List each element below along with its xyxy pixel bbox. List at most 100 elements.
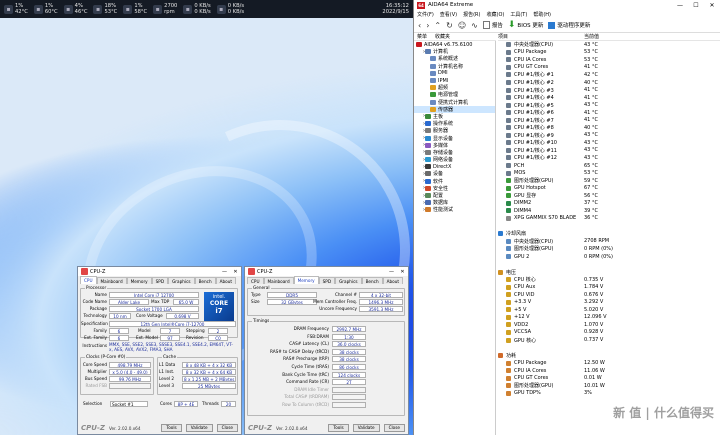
- tree-item[interactable]: › DirectX: [414, 163, 495, 170]
- forward-icon[interactable]: ›: [426, 21, 429, 30]
- menu-item[interactable]: 报告(R): [463, 11, 480, 18]
- chart-icon[interactable]: ∿: [471, 21, 478, 30]
- close-button[interactable]: ✕: [230, 269, 241, 275]
- sensor-row[interactable]: 图形处理器(GPU) 59 °C: [498, 177, 720, 185]
- tree-item[interactable]: 超频: [414, 84, 495, 91]
- tree-item[interactable]: › 存储设备: [414, 149, 495, 156]
- sensor-row[interactable]: CPU VID 0.676 V: [498, 291, 720, 299]
- up-icon[interactable]: ⌃: [434, 21, 441, 30]
- tree-item[interactable]: › 设备: [414, 170, 495, 178]
- sensor-row[interactable]: CPU #1/核心 #7 41 °C: [498, 116, 720, 124]
- sensor-row[interactable]: VCCSA 0.928 V: [498, 329, 720, 337]
- tree-item[interactable]: › 配置: [414, 192, 495, 200]
- tree-item[interactable]: IPMI: [414, 77, 495, 84]
- sensor-row[interactable]: CPU #1/核心 #10 43 °C: [498, 139, 720, 147]
- tree-item[interactable]: AIDA64 v6.75.6100: [414, 41, 495, 48]
- sensor-row[interactable]: GPU 核心 0.737 V: [498, 336, 720, 344]
- sensor-row[interactable]: PCH 65 °C: [498, 162, 720, 170]
- tab-favorites[interactable]: 收藏夹: [435, 33, 450, 40]
- sensor-row[interactable]: +3.3 V 3.292 V: [498, 299, 720, 307]
- sensor-row[interactable]: CPU Package 12.50 W: [498, 359, 720, 367]
- report-button[interactable]: 报告: [482, 21, 503, 29]
- menu-item[interactable]: 查看(V): [440, 11, 457, 18]
- tools-button[interactable]: Tools: [161, 424, 182, 432]
- sensor-row[interactable]: CPU #1/核心 #1 42 °C: [498, 71, 720, 79]
- sensor-row[interactable]: DIMM2 37 °C: [498, 199, 720, 207]
- tree-item[interactable]: › 性能测试: [414, 206, 495, 214]
- sensor-row[interactable]: CPU #1/核心 #12 43 °C: [498, 154, 720, 162]
- sensor-row[interactable]: CPU 核心 0.735 V: [498, 276, 720, 284]
- tab-graphics[interactable]: Graphics: [335, 277, 362, 284]
- tab-spd[interactable]: SPD: [318, 277, 336, 284]
- tree-item[interactable]: 计算机名称: [414, 63, 495, 70]
- close-button[interactable]: ✕: [397, 269, 408, 275]
- sensor-row[interactable]: CPU #1/核心 #3 41 °C: [498, 86, 720, 94]
- tab-spd[interactable]: SPD: [151, 277, 169, 284]
- sensor-row[interactable]: GPU TDP% 3%: [498, 390, 720, 398]
- sensor-row[interactable]: CPU #1/核心 #2 40 °C: [498, 79, 720, 87]
- socket-select[interactable]: Socket #1: [110, 401, 148, 407]
- tab-cpu[interactable]: CPU: [247, 277, 264, 284]
- tree-item[interactable]: › 显示设备: [414, 134, 495, 142]
- tab-bench[interactable]: Bench: [361, 277, 383, 284]
- sensor-row[interactable]: +12 V 12.096 V: [498, 314, 720, 322]
- sensor-row[interactable]: DIMM4 39 °C: [498, 207, 720, 215]
- tab-about[interactable]: About: [215, 277, 237, 284]
- user-icon[interactable]: ☺: [458, 21, 466, 30]
- tree-item[interactable]: › 软件: [414, 178, 495, 185]
- tree-item[interactable]: › 网络设备: [414, 156, 495, 164]
- sensor-row[interactable]: CPU #1/核心 #11 43 °C: [498, 147, 720, 155]
- sensor-row[interactable]: CPU #1/核心 #4 41 °C: [498, 94, 720, 102]
- validate-button[interactable]: Validate: [185, 424, 213, 432]
- tree-item[interactable]: › 操作系统: [414, 120, 495, 128]
- sensor-row[interactable]: 中央处理器(CPU) 43 °C: [498, 41, 720, 49]
- sensor-row[interactable]: CPU #1/核心 #5 43 °C: [498, 101, 720, 109]
- sensor-row[interactable]: CPU #1/核心 #8 40 °C: [498, 124, 720, 132]
- sensor-row[interactable]: CPU Package 53 °C: [498, 49, 720, 57]
- tab-mainboard[interactable]: Mainboard: [263, 277, 294, 284]
- sensor-row[interactable]: CPU IA Cores 53 °C: [498, 56, 720, 64]
- validate-button[interactable]: Validate: [352, 424, 380, 432]
- tree-item[interactable]: › 多媒体: [414, 142, 495, 149]
- tab-mainboard[interactable]: Mainboard: [96, 277, 127, 284]
- sensor-row[interactable]: XPG GAMMIX S70 BLADE 36 °C: [498, 215, 720, 223]
- tab-graphics[interactable]: Graphics: [168, 277, 195, 284]
- tab-bench[interactable]: Bench: [194, 277, 216, 284]
- tree-item[interactable]: › 服务器: [414, 127, 495, 135]
- close-button[interactable]: Close: [383, 424, 405, 432]
- tab-memory[interactable]: Memory: [126, 277, 152, 284]
- minimize-button[interactable]: —: [672, 2, 688, 9]
- sensor-row[interactable]: VDD2 1.070 V: [498, 321, 720, 329]
- menu-item[interactable]: 文件(F): [417, 11, 434, 18]
- sensor-row[interactable]: GPU Hotspot 67 °C: [498, 184, 720, 192]
- sensor-row[interactable]: CPU #1/核心 #9 43 °C: [498, 132, 720, 140]
- sensor-row[interactable]: MOS 53 °C: [498, 169, 720, 177]
- sensor-row[interactable]: CPU Aux 1.784 V: [498, 283, 720, 291]
- tree-item[interactable]: 电源管理: [414, 91, 495, 98]
- tab-menu[interactable]: 菜单: [417, 33, 427, 40]
- minimize-button[interactable]: —: [386, 269, 397, 275]
- sensor-row[interactable]: GPU 2 0 RPM (0%): [498, 253, 720, 261]
- refresh-icon[interactable]: ↻: [446, 21, 453, 30]
- tree-item[interactable]: DMI: [414, 70, 495, 77]
- tab-about[interactable]: About: [382, 277, 404, 284]
- tree-item[interactable]: › 计算机: [414, 48, 495, 56]
- maximize-button[interactable]: ☐: [688, 2, 704, 9]
- tree-item[interactable]: 便携式计算机: [414, 99, 495, 106]
- menu-item[interactable]: 帮助(H): [533, 11, 551, 18]
- sensor-row[interactable]: CPU IA Cores 11.06 W: [498, 367, 720, 375]
- sensor-row[interactable]: 图形处理器(GPU) 10.01 W: [498, 382, 720, 390]
- tab-cpu[interactable]: CPU: [80, 276, 97, 284]
- back-icon[interactable]: ‹: [418, 21, 421, 30]
- tree-item[interactable]: 传感器: [414, 105, 495, 113]
- sensor-row[interactable]: CPU #1/核心 #6 41 °C: [498, 109, 720, 117]
- sensor-row[interactable]: GPU 显存 56 °C: [498, 192, 720, 200]
- bios-update-button[interactable]: ⬇ BIOS 更新: [508, 20, 544, 30]
- sensor-row[interactable]: +5 V 5.020 V: [498, 306, 720, 314]
- tab-memory[interactable]: Memory: [293, 276, 319, 284]
- column-value[interactable]: 当前值: [584, 33, 599, 40]
- sensor-row[interactable]: CPU GT Cores 41 °C: [498, 64, 720, 72]
- close-button[interactable]: Close: [216, 424, 238, 432]
- tree-item[interactable]: 系统概述: [414, 55, 495, 62]
- tree-item[interactable]: › 主板: [414, 113, 495, 120]
